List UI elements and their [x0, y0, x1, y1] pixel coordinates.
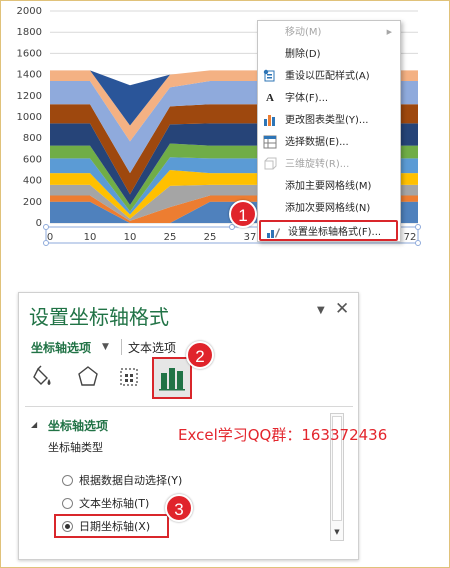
menu-item-delete[interactable]: 删除(D)	[258, 44, 400, 65]
y-tick-label: 800	[23, 133, 42, 144]
radio-auto-select[interactable]	[62, 475, 73, 486]
step-badge-1: 1	[229, 200, 257, 228]
y-tick-label: 1200	[17, 91, 42, 102]
qq-group-watermark: Excel学习QQ群：163372436	[178, 426, 388, 444]
fill-line-icon[interactable]	[31, 364, 57, 390]
font-icon: A	[266, 92, 274, 104]
menu-item-font[interactable]: A 字体(F)...	[258, 88, 400, 109]
context-menu[interactable]: 移动(M) ▶ 删除(D) 重设以匹配样式(A) A 字体(F)... 更改图表…	[257, 20, 401, 242]
axis-options-icon	[159, 368, 185, 391]
submenu-arrow-icon: ▶	[386, 28, 392, 36]
y-tick-label: 400	[23, 176, 42, 187]
menu-item-label: 字体(F)...	[285, 93, 329, 104]
axis-type-label: 坐标轴类型	[48, 441, 103, 454]
radio-label-date-axis[interactable]: 日期坐标轴(X)	[79, 518, 150, 534]
pane-options-dropdown-icon[interactable]: ▼	[317, 305, 325, 316]
y-tick-label: 1800	[17, 27, 42, 38]
radio-text-axis[interactable]	[62, 498, 73, 509]
menu-item-label: 移动(M)	[285, 27, 322, 38]
radio-label-auto-select[interactable]: 根据数据自动选择(Y)	[79, 472, 182, 488]
menu-item-3d-rotation[interactable]: 三维旋转(R)...	[258, 154, 400, 175]
radio-date-axis[interactable]	[62, 521, 73, 532]
x-tick-label: 37	[244, 232, 257, 243]
x-tick-label: 10	[124, 232, 137, 243]
select-data-icon	[263, 135, 277, 149]
menu-item-change-chart-type[interactable]: 更改图表类型(Y)...	[258, 110, 400, 131]
effects-icon[interactable]	[75, 364, 101, 390]
menu-item-label: 添加主要网格线(M)	[285, 181, 372, 192]
menu-item-format-axis[interactable]: 设置坐标轴格式(F)...	[259, 220, 398, 241]
x-tick-label: 10	[84, 232, 97, 243]
close-icon[interactable]: ✕	[335, 299, 349, 319]
selection-handle	[415, 240, 421, 246]
menu-item-add-minor-gridlines[interactable]: 添加次要网格线(N)	[258, 198, 400, 219]
tab-axis-options[interactable]: 坐标轴选项	[31, 339, 91, 356]
axis-options-icon-highlight[interactable]	[152, 357, 192, 399]
menu-item-label: 重设以匹配样式(A)	[285, 71, 370, 82]
selection-handle	[43, 224, 49, 230]
format-axis-icon	[266, 225, 280, 239]
y-tick-label: 600	[23, 154, 42, 165]
3d-rotation-icon	[263, 157, 277, 171]
selection-handle	[415, 224, 421, 230]
chart-type-icon	[263, 113, 277, 127]
chevron-down-icon[interactable]: ▼	[102, 342, 109, 352]
menu-item-label: 三维旋转(R)...	[285, 159, 350, 170]
menu-item-label: 更改图表类型(Y)...	[285, 115, 369, 126]
x-tick-label: 25	[164, 232, 177, 243]
x-tick-label: 72	[404, 232, 417, 243]
tab-separator	[121, 339, 122, 355]
size-properties-icon[interactable]	[116, 364, 142, 390]
section-axis-options[interactable]: 坐标轴选项	[48, 417, 108, 434]
pane-title: 设置坐标轴格式	[29, 305, 169, 329]
y-tick-label: 200	[23, 197, 42, 208]
reset-style-icon	[263, 69, 277, 83]
menu-item-select-data[interactable]: 选择数据(E)...	[258, 132, 400, 153]
y-tick-label: 1400	[17, 70, 42, 81]
scroll-down-arrow-icon[interactable]: ▼	[332, 526, 342, 538]
menu-item-label: 选择数据(E)...	[285, 137, 349, 148]
x-tick-label: 25	[204, 232, 217, 243]
menu-item-add-major-gridlines[interactable]: 添加主要网格线(M)	[258, 176, 400, 197]
menu-item-reset-style[interactable]: 重设以匹配样式(A)	[258, 66, 400, 87]
step-badge-3: 3	[165, 494, 193, 522]
pane-divider	[25, 406, 353, 407]
menu-item-move[interactable]: 移动(M) ▶	[258, 22, 400, 43]
menu-item-label: 删除(D)	[285, 49, 321, 60]
collapse-triangle-icon[interactable]: ◢	[31, 420, 37, 429]
tab-text-options[interactable]: 文本选项	[128, 339, 176, 356]
step-badge-2: 2	[186, 341, 214, 369]
y-tick-label: 1600	[17, 48, 42, 59]
y-tick-label: 0	[36, 218, 42, 229]
radio-label-text-axis[interactable]: 文本坐标轴(T)	[79, 495, 149, 511]
y-tick-label: 2000	[17, 6, 42, 17]
selection-handle	[43, 240, 49, 246]
menu-item-label: 添加次要网格线(N)	[285, 203, 371, 214]
y-tick-label: 1000	[17, 112, 42, 123]
menu-item-label: 设置坐标轴格式(F)...	[288, 227, 382, 238]
